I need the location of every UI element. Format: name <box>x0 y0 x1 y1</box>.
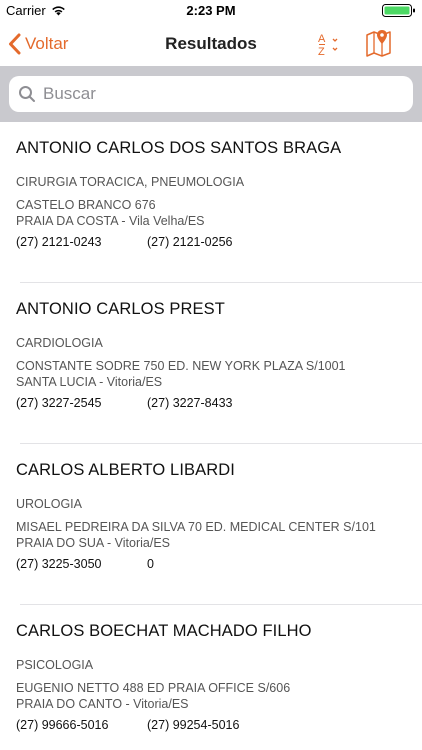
status-bar: Carrier 2:23 PM <box>0 0 422 22</box>
phone-1[interactable]: (27) 3225-3050 <box>16 557 101 571</box>
status-time: 2:23 PM <box>186 3 236 18</box>
battery-icon <box>382 4 415 17</box>
specialty: UROLOGIA <box>16 497 82 511</box>
search-icon <box>19 86 35 102</box>
svg-text:A: A <box>318 33 326 45</box>
address-line-2: PRAIA DO CANTO - Vitoria/ES <box>16 697 189 711</box>
list-item[interactable]: CARLOS ALBERTO LIBARDI UROLOGIA MISAEL P… <box>0 444 422 605</box>
phone-1[interactable]: (27) 3227-2545 <box>16 396 101 410</box>
address-line-1: EUGENIO NETTO 488 ED PRAIA OFFICE S/606 <box>16 681 291 695</box>
address-line-2: PRAIA DO SUA - Vitoria/ES <box>16 536 170 550</box>
svg-text:Z: Z <box>318 46 325 58</box>
list-item[interactable]: ANTONIO CARLOS PREST CARDIOLOGIA CONSTAN… <box>0 283 422 444</box>
phone-2[interactable]: (27) 3227-8433 <box>147 396 232 410</box>
phone-2[interactable]: (27) 2121-0256 <box>147 235 232 249</box>
list-item[interactable]: CARLOS BOECHAT MACHADO FILHO PSICOLOGIA … <box>0 605 422 750</box>
address-line-1: CONSTANTE SODRE 750 ED. NEW YORK PLAZA S… <box>16 359 346 373</box>
doctor-name: CARLOS BOECHAT MACHADO FILHO <box>16 622 312 640</box>
phone-2[interactable]: (27) 99254-5016 <box>147 718 239 732</box>
search-input[interactable] <box>43 84 393 104</box>
sort-az-icon[interactable]: A Z <box>314 30 342 58</box>
doctor-name: CARLOS ALBERTO LIBARDI <box>16 461 235 479</box>
address: MISAEL PEDREIRA DA SILVA 70 ED. MEDICAL … <box>16 519 376 551</box>
specialty: PSICOLOGIA <box>16 658 94 672</box>
list-item[interactable]: ANTONIO CARLOS DOS SANTOS BRAGA CIRURGIA… <box>0 122 422 283</box>
address-line-2: SANTA LUCIA - Vitoria/ES <box>16 375 163 389</box>
page-title: Resultados <box>165 34 257 53</box>
specialty: CARDIOLOGIA <box>16 336 103 350</box>
phone-2[interactable]: 0 <box>147 557 154 571</box>
results-list: ANTONIO CARLOS DOS SANTOS BRAGA CIRURGIA… <box>0 122 422 750</box>
phone-1[interactable]: (27) 2121-0243 <box>16 235 101 249</box>
specialty: CIRURGIA TORACICA, PNEUMOLOGIA <box>16 175 245 189</box>
address-line-1: MISAEL PEDREIRA DA SILVA 70 ED. MEDICAL … <box>16 520 376 534</box>
search-box[interactable] <box>9 76 413 112</box>
map-pin-icon[interactable] <box>364 28 394 58</box>
address: EUGENIO NETTO 488 ED PRAIA OFFICE S/606 … <box>16 680 290 712</box>
navigation-bar: Voltar Resultados A Z <box>0 22 422 66</box>
search-bar <box>0 66 422 122</box>
doctor-name: ANTONIO CARLOS PREST <box>16 300 225 318</box>
phone-1[interactable]: (27) 99666-5016 <box>16 718 108 732</box>
address-line-2: PRAIA DA COSTA - Vila Velha/ES <box>16 214 205 228</box>
address-line-1: CASTELO BRANCO 676 <box>16 198 156 212</box>
address: CONSTANTE SODRE 750 ED. NEW YORK PLAZA S… <box>16 358 346 390</box>
address: CASTELO BRANCO 676 PRAIA DA COSTA - Vila… <box>16 197 205 229</box>
doctor-name: ANTONIO CARLOS DOS SANTOS BRAGA <box>16 139 342 157</box>
